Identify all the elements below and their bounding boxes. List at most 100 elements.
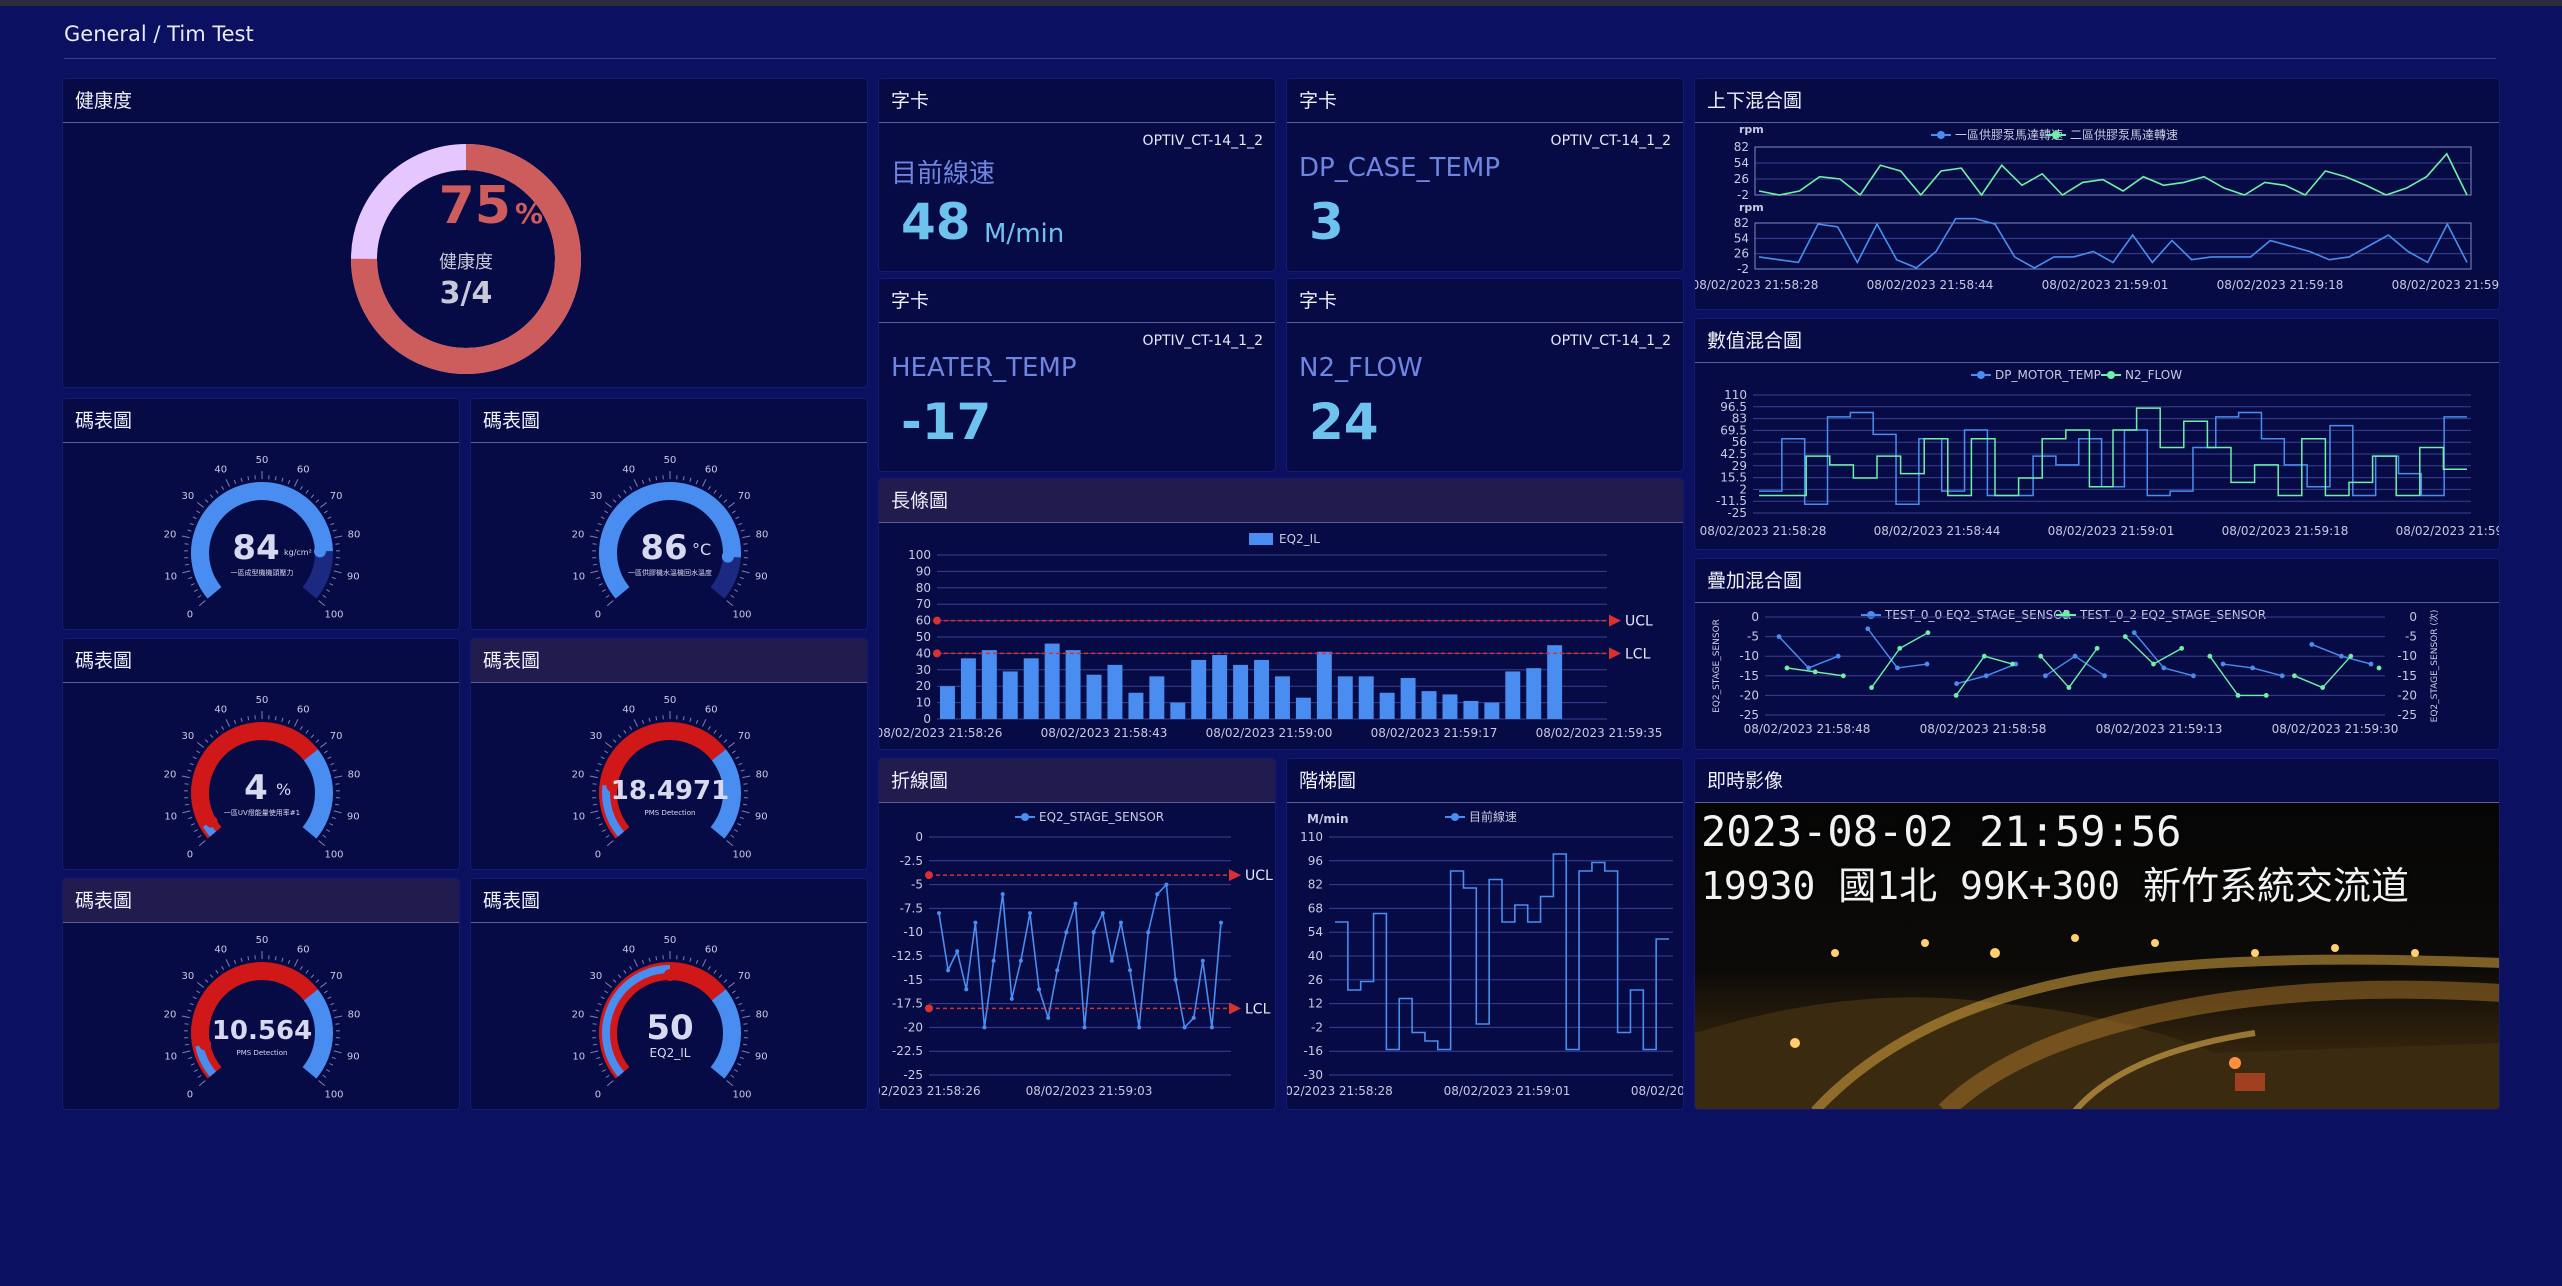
gauge-value: 50: [646, 1008, 693, 1048]
legend-marker: [2052, 131, 2060, 139]
gauge-tick-label: 90: [347, 572, 360, 583]
gauge-tick-label: 60: [297, 945, 310, 956]
gauge-pointer: [313, 545, 326, 558]
gauge-tick: [641, 719, 645, 725]
gauge-tick: [189, 522, 194, 526]
y-tick-label: -2: [1311, 1020, 1323, 1034]
series-segment: [2311, 643, 2342, 657]
gauge-tick: [742, 775, 751, 779]
gauge-tick: [225, 959, 231, 967]
gauge-tick: [617, 974, 622, 978]
gauge-tick: [605, 982, 612, 988]
data-point: [1091, 930, 1096, 935]
gauge-tick: [605, 834, 610, 838]
gauge-tick: [299, 966, 303, 970]
gauge-tick: [281, 957, 284, 962]
bar: [1023, 658, 1039, 719]
gauge-tick: [192, 996, 197, 1000]
gauge-tick: [600, 996, 605, 1000]
gauge-tick: [641, 479, 645, 485]
gauge-tick: [655, 716, 658, 721]
gauge-tick: [215, 729, 219, 734]
panel-title: 折線圖: [879, 759, 1275, 803]
gauge-tick: [192, 516, 197, 520]
gauge-tick: [333, 810, 342, 814]
gauge-tick: [334, 1015, 343, 1019]
gauge-sublabel: PMS Detection: [645, 809, 696, 817]
gauge-tick: [589, 1015, 598, 1019]
gauge-tick: [590, 810, 599, 814]
legend-marker: [1021, 813, 1029, 821]
y2-axis-title: EQ2_STAGE_SENSOR (次): [2428, 610, 2440, 723]
bar: [1149, 676, 1165, 719]
top-strip: [0, 0, 2562, 6]
bar: [1547, 645, 1563, 719]
panel-title: 碼表圖: [63, 639, 459, 683]
camera-feed[interactable]: 2023-08-02 21:59:56 19930 國1北 99K+300 新竹…: [1695, 803, 2499, 1109]
gauge-tick: [604, 750, 609, 754]
gauge-tick: [323, 990, 328, 994]
card-unit: M/min: [984, 219, 1065, 249]
gauge-tick-label: 40: [214, 465, 227, 476]
gauge-panel: 碼表圖 0 10 20 30 40 50 60 70 80 90 100 50 EQ2_IL: [470, 878, 868, 1110]
breadcrumb[interactable]: General / Tim Test: [64, 22, 254, 46]
card-value: 24: [1309, 393, 1379, 451]
gauge-tick: [247, 956, 250, 961]
bar: [1191, 659, 1207, 719]
gauge-tick-label: 60: [297, 705, 310, 716]
gauge-tick: [225, 479, 231, 487]
gauge-tick: [334, 535, 343, 539]
legend-marker: [2062, 611, 2070, 619]
gauge-tick: [742, 1015, 751, 1019]
ucl-marker: [925, 871, 933, 880]
gauge-tick: [737, 1063, 742, 1066]
y-tick-label: 26: [1308, 973, 1323, 987]
panel-title: 上下混合圖: [1695, 79, 2499, 123]
gauge-tick: [189, 1002, 194, 1006]
gauge-tick: [605, 742, 612, 748]
gauge-tick: [590, 1050, 599, 1054]
gauge-tick: [617, 734, 622, 738]
gauge-tick-label: 50: [256, 455, 269, 466]
gauge-tick: [598, 583, 603, 586]
gauge-svg: 010203040506070809010050EQ2_IL: [572, 935, 769, 1100]
gauge-tick: [728, 502, 735, 508]
y-tick-label: 90: [916, 564, 931, 578]
gauge-tick: [723, 739, 728, 743]
gauge-tick: [735, 516, 740, 520]
bar: [1463, 700, 1479, 719]
data-point: [1027, 911, 1032, 916]
gauge-tick: [305, 969, 309, 974]
gauge-sublabel: 一區供膠機水溫機回水溫度: [628, 568, 712, 577]
series-segment: [1778, 636, 1810, 669]
y-tick-label: 40: [1308, 949, 1323, 963]
gauge-tick: [731, 750, 736, 754]
bar: [1275, 676, 1290, 719]
gauge-tick-label: 30: [182, 491, 195, 502]
series-segment: [1897, 663, 1928, 669]
lcl-label: LCL: [1625, 646, 1651, 662]
series-segment: [1984, 655, 2013, 665]
ucl-arrow: [1229, 869, 1241, 882]
legend-label: DP_MOTOR_TEMP: [1995, 368, 2101, 382]
series-segment: [1786, 667, 1816, 673]
legend-label: TEST_0_2 EQ2_STAGE_SENSOR: [2079, 608, 2266, 622]
series-segment: [2040, 655, 2070, 689]
data-point: [955, 949, 960, 954]
gauge-tick: [225, 719, 231, 727]
unit-label: rpm: [1739, 123, 1764, 136]
card-source: OPTIV_CT-14_1_2: [1550, 133, 1671, 149]
gauge-tick: [596, 816, 601, 820]
data-point: [1009, 996, 1014, 1001]
gauge-tick: [329, 823, 334, 826]
gauge-svg: 0 10 20 30 40 50 60 70 80 90 100 86 °C 一區供膠機水溫機回水溫度: [572, 455, 769, 620]
gauge-panel: 碼表圖 0 10 20 30 40 50 60 70 80 90 100 86 °C 一區供膠機水溫機回水…: [470, 398, 868, 630]
gauge-tick: [318, 1080, 326, 1087]
y-tick-label: 12: [1308, 997, 1323, 1011]
gauge-tick: [682, 476, 685, 481]
gauge-tick-label: 50: [664, 935, 677, 946]
gauge-tick: [633, 719, 639, 727]
gauge-tick: [247, 476, 250, 481]
gauge-tick: [713, 729, 717, 734]
data-point: [1155, 892, 1160, 897]
